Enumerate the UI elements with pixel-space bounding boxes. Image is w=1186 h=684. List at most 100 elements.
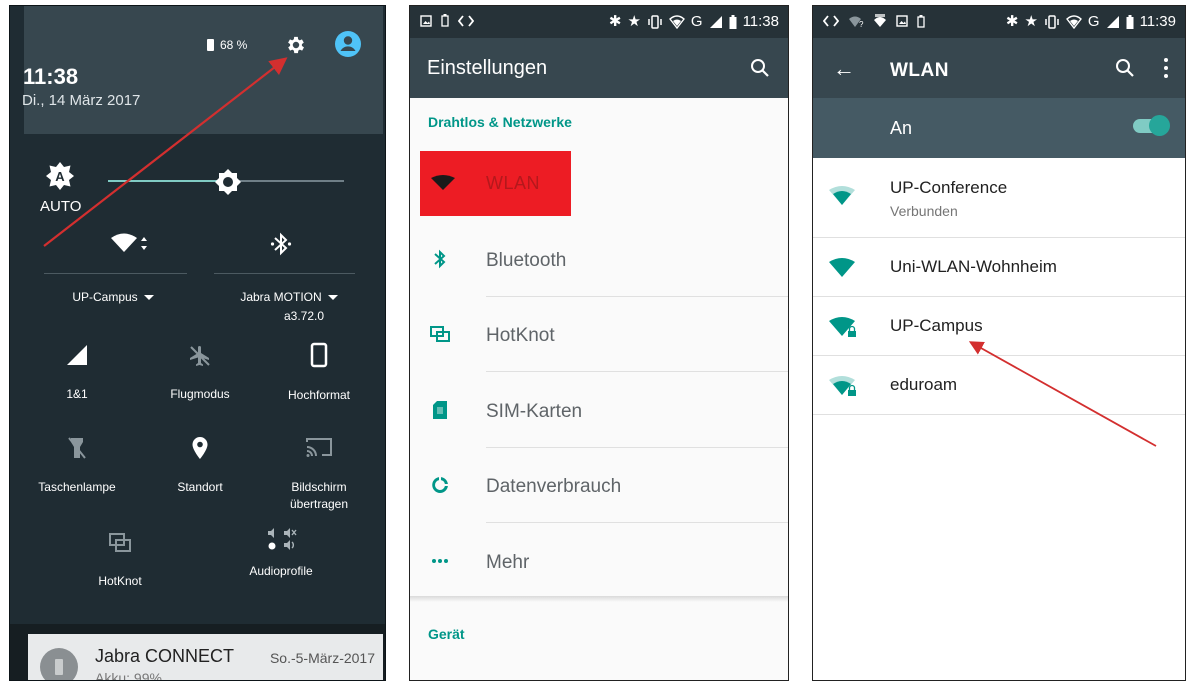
settings-item-label: Datenverbrauch [486,476,622,497]
rotation-label: Hochformat [287,388,351,402]
star-status-icon: ★ [1024,12,1038,30]
settings-item-data-usage[interactable]: Datenverbrauch [410,448,788,523]
jabra-notification[interactable]: Jabra CONNECT Akku: 99% So.-5-März-2017 [28,634,383,680]
open-wifi-icon [874,14,886,27]
settings-item-hotknot[interactable]: HotKnot [410,297,788,372]
network-name: eduroam [890,375,958,394]
signal-icon [67,345,87,365]
bluetooth-status-icon: ✱ [1005,12,1019,30]
wlan-toggle-row[interactable]: An [813,98,1185,158]
notification-shade-screen: 68 % 11:38 Di., 14 März 2017 A AUTO UP-C… [9,5,386,681]
bluetooth-tile-label: Jabra MOTION [240,290,322,304]
rotation-tile[interactable]: Hochformat [274,342,364,402]
battery-avatar-icon [40,648,78,680]
wifi-question-icon: ? [849,16,864,28]
settings-item-label: SIM-Karten [486,401,583,422]
switch-knob [1149,115,1170,136]
wifi-signal-icon [829,186,855,205]
more-dots-icon [432,559,448,563]
network-row-uni-wlan-wohnheim[interactable]: Uni-WLAN-Wohnheim [813,238,1185,297]
wifi-lock-icon [829,376,856,396]
audio-profile-tile[interactable]: Audioprofile [236,528,326,578]
hotknot-label: HotKnot [98,574,142,588]
brightness-auto-toggle[interactable]: A AUTO [40,161,82,215]
wlan-switch[interactable] [1133,115,1170,136]
wlan-toggle-label: An [890,118,913,138]
settings-item-label: HotKnot [486,325,555,346]
clock-time: 11:38 [23,64,79,89]
back-arrow-icon[interactable]: ← [833,56,855,82]
notification-date: So.-5-März-2017 [269,650,375,666]
wifi-icon [111,233,147,252]
mobile-data-tile[interactable]: 1&1 [32,344,122,401]
clock-date: Di., 14 März 2017 [22,92,141,109]
battery-notification-icon [441,14,449,27]
audio-profile-label: Audioprofile [249,564,313,578]
wifi-tile-label: UP-Campus [72,290,138,304]
brightness-slider-thumb[interactable] [214,168,242,201]
settings-item-more[interactable]: Mehr [410,524,788,599]
wifi-status-icon [668,14,685,29]
section-shadow [410,596,788,602]
status-time: 11:39 [1139,13,1176,30]
row-divider [486,371,788,372]
tile-divider [214,273,355,274]
cell-signal-icon [709,15,722,28]
cast-icon [306,438,332,457]
tile-divider [44,273,187,274]
settings-item-bluetooth[interactable]: Bluetooth [410,222,788,297]
svg-text:A: A [55,169,65,184]
brightness-auto-label: AUTO [40,198,82,215]
code-notification-icon [823,15,839,27]
dropdown-arrow-icon [327,295,338,301]
wifi-status-icon [1065,14,1082,29]
airplane-icon [190,346,210,366]
settings-item-label: Bluetooth [486,250,567,271]
battery-icon [207,39,214,51]
settings-gear-icon[interactable] [285,34,307,61]
flashlight-icon [68,437,86,459]
network-row-eduroam[interactable]: eduroam [813,356,1185,415]
network-row-up-conference[interactable]: UP-Conference Verbunden [813,158,1185,238]
search-icon[interactable] [1115,58,1135,78]
network-type-icon: G [690,12,703,30]
bluetooth-device-dropdown[interactable]: Jabra MOTION a3.72.0 [214,290,364,323]
portrait-phone-icon [310,342,328,368]
flashlight-label: Taschenlampe [38,480,116,494]
settings-item-wlan[interactable]: WLAN [420,151,571,216]
battery-status-icon [729,14,737,29]
battery-percent: 68 % [220,38,248,52]
location-tile[interactable]: Standort [155,436,245,494]
bluetooth-tile[interactable] [251,232,311,256]
page-title: WLAN [890,60,949,81]
settings-item-sim-cards[interactable]: SIM-Karten [410,373,788,448]
location-pin-icon [192,437,208,459]
battery-notification-icon [917,14,925,28]
battery-indicator: 68 % [207,38,247,52]
hotknot-tile[interactable]: HotKnot [75,532,165,588]
airplane-mode-tile[interactable]: Flugmodus [155,344,245,401]
search-icon[interactable] [750,58,770,78]
network-type-icon: G [1087,12,1100,30]
cast-screen-tile[interactable]: Bildschirm übertragen [274,436,364,511]
network-name: UP-Campus [890,316,983,335]
status-time: 11:38 [742,13,779,30]
wlan-screen: ? ✱ ★ G 11:39 ← WLAN An UP-Conference Ve… [812,5,1186,681]
settings-screen: ✱ ★ G 11:38 Einstellungen Drahtlos & Net… [409,5,789,681]
section-header-device: Gerät [428,626,465,642]
wifi-network-dropdown[interactable]: UP-Campus [38,290,188,304]
cast-label-line1: Bildschirm [291,480,347,494]
sim-card-icon [433,401,447,419]
star-status-icon: ★ [627,12,641,30]
mobile-data-label: 1&1 [66,387,88,401]
network-name: UP-Conference [890,178,1008,197]
flashlight-tile[interactable]: Taschenlampe [32,436,122,494]
status-bar: ? ✱ ★ G 11:39 [813,6,1185,38]
wifi-tile[interactable] [78,232,178,254]
wifi-signal-icon [829,258,855,277]
network-row-up-campus[interactable]: UP-Campus [813,297,1185,356]
network-name: Uni-WLAN-Wohnheim [890,257,1057,276]
account-icon[interactable] [334,30,362,63]
image-notification-icon [420,14,432,27]
overflow-menu-icon[interactable] [1164,58,1168,82]
